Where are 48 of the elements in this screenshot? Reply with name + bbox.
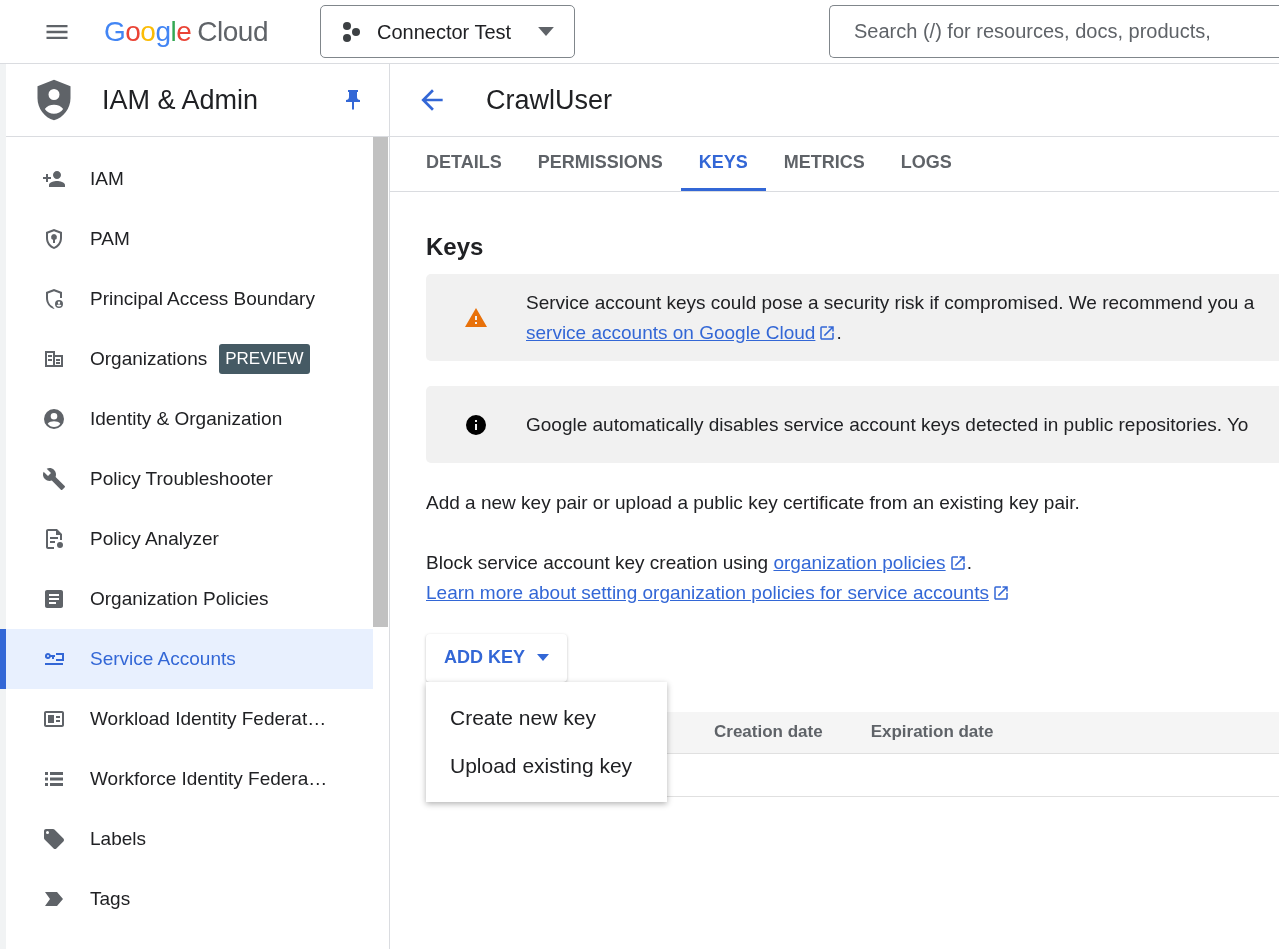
sidebar-item[interactable]: Organizations PREVIEW [0, 329, 373, 389]
wrench-icon [42, 467, 66, 491]
sidebar-item[interactable]: Policy Analyzer [0, 509, 373, 569]
caret-icon [537, 654, 549, 661]
section-title: Keys [426, 232, 485, 262]
column-header: Creation date [714, 721, 823, 744]
punctuation: . [966, 550, 972, 575]
column-header: Expiration date [870, 721, 994, 744]
sidebar-title: IAM & Admin [102, 83, 260, 117]
punctuation: . [836, 320, 842, 345]
sidebar-item[interactable]: Tags [0, 869, 373, 929]
sidebar-item[interactable]: Workload Identity Federat… [0, 689, 373, 749]
tab[interactable]: PERMISSIONS [519, 137, 681, 191]
external-link-icon [818, 323, 837, 342]
sidebar-item[interactable]: Workforce Identity Federa… [0, 749, 373, 809]
intro-text: Add a new key pair or upload a public key certificate from an existing key pair. [426, 491, 1081, 515]
sidebar-item[interactable]: Service Accounts [0, 629, 373, 689]
policies-link[interactable]: organization policies [773, 547, 967, 578]
sidebar-item[interactable]: Policy Troubleshooter [0, 449, 373, 509]
google-cloud-logo[interactable]: Google Cloud [104, 10, 268, 53]
page-title: CrawlUser [486, 83, 612, 117]
sidebar-item[interactable]: Identity & Organization [0, 389, 373, 449]
preview-badge: PREVIEW [219, 344, 310, 374]
tab[interactable]: LOGS [882, 137, 970, 191]
tag-icon [42, 827, 66, 851]
alert-text: Service account keys could pose a security risk if compromised. We recommend you a [526, 290, 1255, 315]
external-link-icon [948, 553, 967, 572]
info-icon [464, 412, 488, 437]
dropdown-icon [538, 27, 554, 36]
menu-item[interactable]: Upload existing key [426, 741, 667, 790]
menu-item[interactable]: Create new key [426, 693, 667, 742]
tab[interactable]: KEYS [680, 137, 766, 191]
sidebar-item[interactable]: Labels [0, 809, 373, 869]
sidebar-item[interactable]: Principal Access Boundary [0, 269, 373, 329]
project-picker[interactable]: Connector Test [320, 5, 575, 58]
tab[interactable]: METRICS [765, 137, 883, 191]
article-icon [42, 587, 66, 611]
alert-text: Google automatically disables service account keys detected in public repositories. Yo [526, 412, 1249, 437]
search-field[interactable]: Search (/) for resources, docs, products, [829, 5, 1279, 58]
sidebar-item[interactable]: IAM [0, 149, 373, 209]
external-link-icon [991, 583, 1010, 602]
add-key-button[interactable]: ADD KEY [426, 633, 567, 682]
tab[interactable]: DETAILS [408, 137, 520, 191]
sidebar-item[interactable]: PAM [0, 209, 373, 269]
learn-more-link[interactable]: Learn more about setting organization policies for service accounts [426, 577, 1010, 608]
sidebar-item[interactable]: Organization Policies [0, 569, 373, 629]
block-text: Block service account key creation using [426, 550, 770, 575]
alert-link[interactable]: service accounts on Google Cloud [526, 317, 837, 348]
